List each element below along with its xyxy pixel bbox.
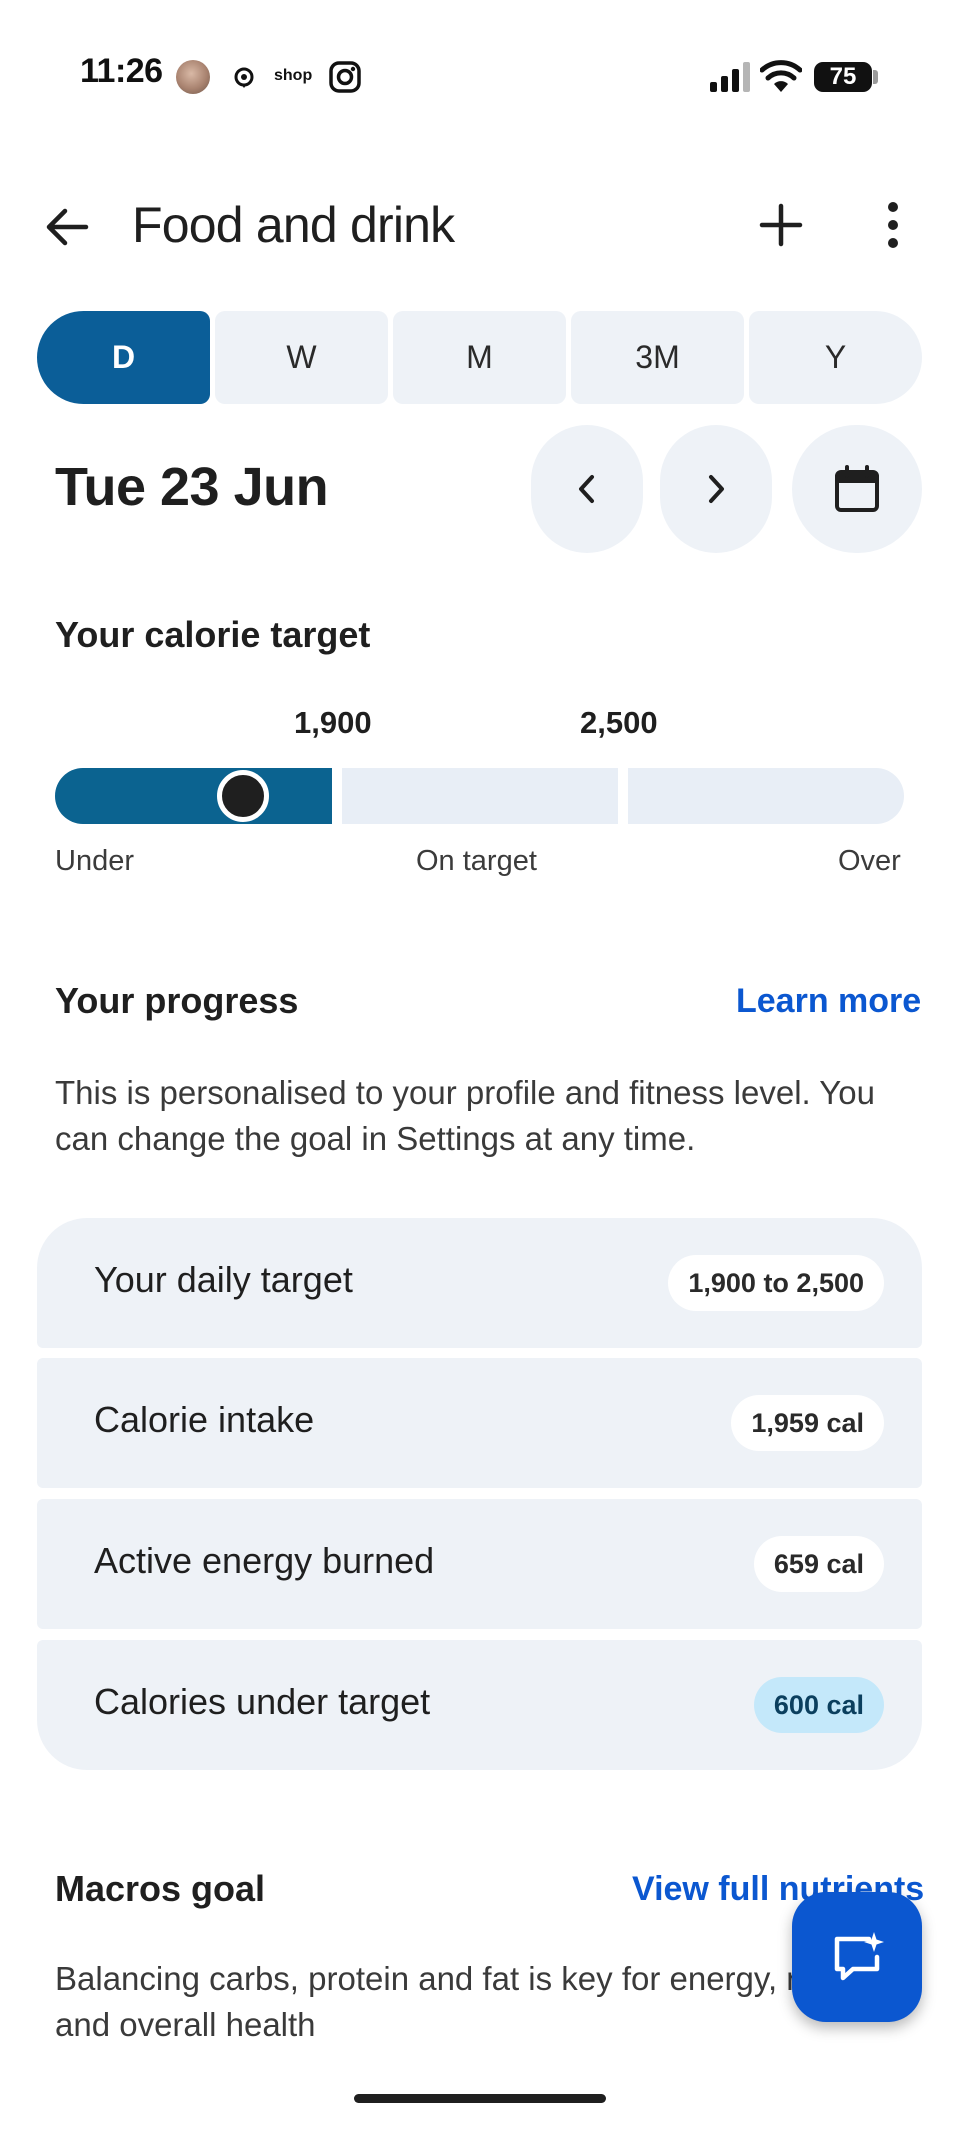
tab-month[interactable]: M <box>393 311 566 404</box>
home-indicator <box>354 2094 606 2103</box>
calendar-icon <box>835 465 879 512</box>
bar-segment-under <box>55 768 332 824</box>
chevron-right-icon <box>709 475 724 503</box>
bar-segment-on-target <box>342 768 618 824</box>
calorie-target-heading: Your calorie target <box>55 614 371 655</box>
cellular-signal-icon <box>710 62 750 92</box>
row-value-badge: 1,959 cal <box>731 1395 884 1451</box>
previous-day-button[interactable] <box>531 425 643 553</box>
tab-week[interactable]: W <box>215 311 388 404</box>
profile-avatar-icon <box>176 60 210 94</box>
tab-3-months[interactable]: 3M <box>571 311 744 404</box>
active-energy-row: Active energy burned 659 cal <box>37 1499 922 1629</box>
row-value-badge: 1,900 to 2,500 <box>668 1255 884 1311</box>
selected-date: Tue 23 Jun <box>55 457 329 517</box>
battery-indicator: 75 <box>814 62 872 92</box>
bar-fill <box>55 768 332 824</box>
wifi-icon <box>760 60 802 92</box>
arrow-left-icon[interactable] <box>42 202 92 252</box>
bar-segment-over <box>628 768 904 824</box>
scale-label-over: Over <box>838 845 901 877</box>
macros-heading: Macros goal <box>55 1868 266 1909</box>
battery-tip <box>873 70 878 84</box>
calories-under-target-row: Calories under target 600 cal <box>37 1640 922 1770</box>
page-title: Food and drink <box>132 197 455 253</box>
instagram-icon <box>329 61 361 93</box>
shop-app-icon: shop <box>274 67 313 84</box>
more-vertical-icon[interactable] <box>870 200 916 250</box>
status-time: 11:26 <box>80 52 163 90</box>
ai-chat-fab[interactable] <box>792 1892 922 2022</box>
calorie-marker <box>217 770 270 822</box>
tab-year[interactable]: Y <box>749 311 922 404</box>
chevron-left-icon <box>579 475 594 503</box>
row-value-badge-highlight: 600 cal <box>753 1677 884 1733</box>
learn-more-link[interactable]: Learn more <box>736 982 921 1021</box>
next-day-button[interactable] <box>660 425 772 553</box>
row-label: Your daily target <box>94 1259 353 1300</box>
progress-description: This is personalised to your profile and… <box>55 1074 875 1157</box>
row-label: Calorie intake <box>94 1399 315 1440</box>
calorie-intake-row: Calorie intake 1,959 cal <box>37 1358 922 1488</box>
scale-label-under: Under <box>55 845 134 877</box>
target-upper-bound: 2,500 <box>580 705 658 740</box>
target-lower-bound: 1,900 <box>294 705 372 740</box>
progress-heading: Your progress <box>55 980 299 1021</box>
ai-chat-icon <box>834 1932 884 1981</box>
row-label: Calories under target <box>94 1681 431 1722</box>
row-label: Active energy burned <box>94 1540 435 1581</box>
tab-day[interactable]: D <box>37 311 210 404</box>
daily-target-row: Your daily target 1,900 to 2,500 <box>37 1218 922 1348</box>
calendar-button[interactable] <box>792 425 922 553</box>
period-tabs: D W M 3M Y <box>37 311 922 404</box>
scale-label-on-target: On target <box>416 845 537 877</box>
row-value-badge: 659 cal <box>753 1536 884 1592</box>
notification-app-icon <box>234 67 254 88</box>
plus-icon[interactable] <box>758 202 804 248</box>
